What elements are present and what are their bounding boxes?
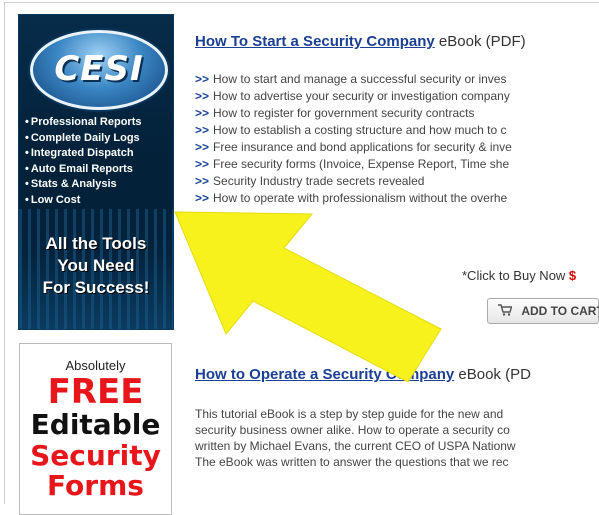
bullet-arrow: >>: [195, 174, 210, 188]
tagline-line: You Need: [57, 256, 135, 275]
tagline-line: All the Tools: [45, 234, 147, 253]
cesi-banner-ad[interactable]: CESI Professional Reports Complete Daily…: [18, 14, 174, 330]
list-item: >> How to establish a costing structure a…: [195, 122, 512, 139]
description-line: written by Michael Evans, the current CE…: [195, 439, 516, 453]
bullet-text: How to establish a costing structure and…: [213, 123, 507, 137]
description-line: security business owner alike. How to op…: [195, 423, 510, 437]
free-forms-ad[interactable]: Absolutely FREE Editable Security Forms: [19, 343, 172, 515]
list-item: >> How to start and manage a successful s…: [195, 71, 512, 88]
bullet-arrow: >>: [195, 191, 210, 205]
list-item: >> Free security forms (Invoice, Expense …: [195, 156, 512, 173]
bullet-arrow: >>: [195, 157, 210, 171]
description-line: The eBook was written to answer the ques…: [195, 455, 509, 469]
bullet-text: Free insurance and bond applications for…: [213, 140, 512, 154]
buy-now-text: *Click to Buy Now $: [462, 268, 576, 283]
shopping-cart-icon: [498, 304, 515, 318]
free-forms-line4: Security: [30, 439, 161, 472]
cesi-logo: CESI: [30, 30, 168, 110]
bullet-arrow: >>: [195, 89, 210, 103]
banner-feature: Stats & Analysis: [25, 177, 142, 193]
bullet-text: Free security forms (Invoice, Expense Re…: [213, 157, 510, 171]
banner-feature: Complete Daily Logs: [25, 131, 142, 147]
free-forms-line3: Editable: [30, 408, 161, 441]
banner-feature: Auto Email Reports: [25, 162, 142, 178]
banner-feature-list: Professional Reports Complete Daily Logs…: [25, 115, 142, 208]
banner-feature: Integrated Dispatch: [25, 146, 142, 162]
product1-title: How To Start a Security Company eBook (P…: [195, 33, 526, 50]
banner-feature: Professional Reports: [25, 115, 142, 131]
product2-title-link[interactable]: How to Operate a Security Company: [195, 366, 454, 383]
bullet-arrow: >>: [195, 106, 210, 120]
banner-tagline: All the Tools You Need For Success!: [19, 233, 173, 299]
free-forms-line1: Absolutely: [65, 358, 126, 373]
product1-title-link[interactable]: How To Start a Security Company: [195, 33, 435, 50]
bullet-text: Security Industry trade secrets revealed: [213, 174, 425, 188]
bullet-arrow: >>: [195, 123, 210, 137]
bullet-text: How to operate with professionalism with…: [213, 191, 508, 205]
bullet-text: How to advertise your security or invest…: [213, 89, 510, 103]
product1-title-suffix: eBook (PDF): [434, 33, 526, 50]
bullet-text: How to register for government security …: [213, 106, 475, 120]
list-item: >> Free insurance and bond applications f…: [195, 139, 512, 156]
tagline-line: For Success!: [42, 278, 150, 297]
list-item: >> Security Industry trade secrets reveal…: [195, 173, 512, 190]
product2-title-suffix: eBook (PD: [454, 366, 531, 383]
product2-description: This tutorial eBook is a step by step gu…: [195, 406, 599, 470]
buy-now-price: $: [568, 268, 577, 283]
cesi-logo-text: CESI: [54, 49, 144, 89]
add-to-cart-label: ADD TO CART: [521, 304, 599, 318]
list-item: >> How to advertise your security or inve…: [195, 88, 512, 105]
bullet-text: How to start and manage a successful sec…: [213, 72, 507, 86]
buy-now-label: *Click to Buy Now: [462, 268, 569, 283]
product2-title: How to Operate a Security Company eBook …: [195, 366, 531, 383]
description-line: This tutorial eBook is a step by step gu…: [195, 407, 504, 421]
bullet-arrow: >>: [195, 140, 210, 154]
add-to-cart-button[interactable]: ADD TO CART: [487, 298, 599, 324]
bullet-arrow: >>: [195, 72, 210, 86]
product1-bullet-list: >> How to start and manage a successful s…: [195, 71, 512, 207]
list-item: >> How to operate with professionalism wi…: [195, 190, 512, 207]
free-forms-line5: Forms: [47, 469, 144, 502]
banner-feature: Low Cost: [25, 193, 142, 209]
list-item: >> How to register for government securit…: [195, 105, 512, 122]
free-forms-line2: FREE: [47, 372, 144, 412]
